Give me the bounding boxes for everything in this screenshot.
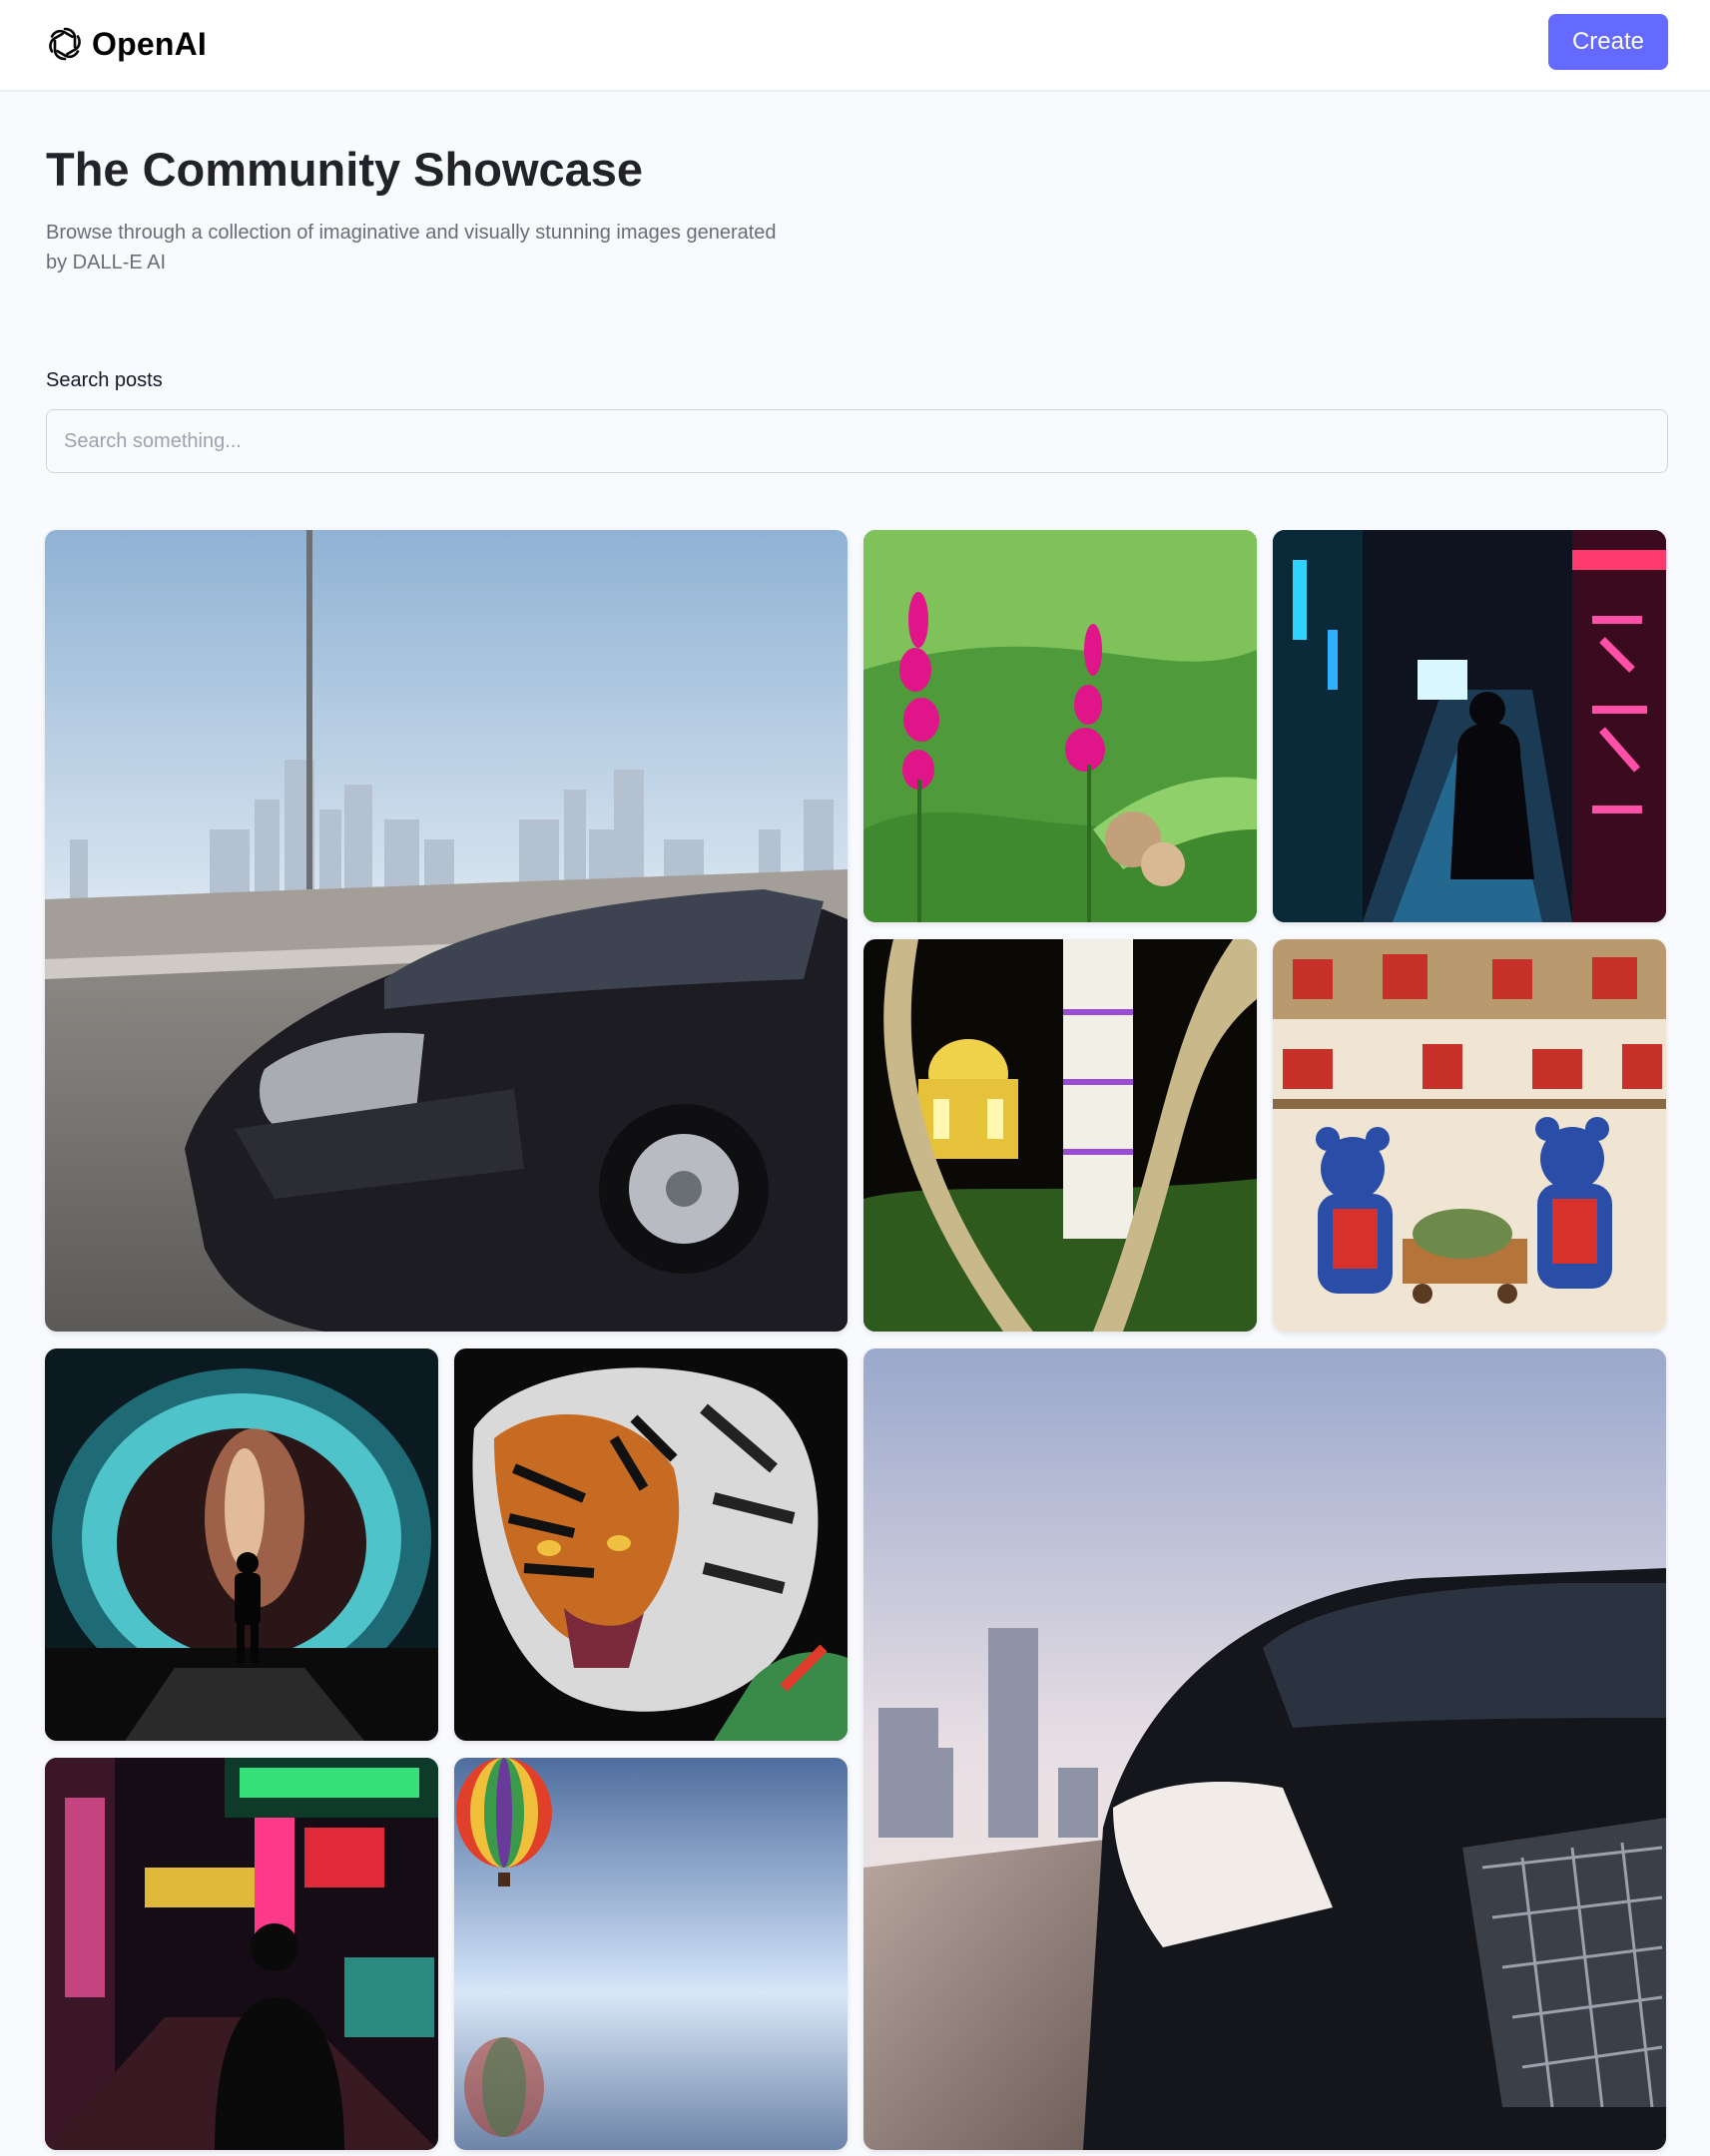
gallery-card-hot-air-balloon[interactable] [454,1758,848,2150]
openai-knot-icon [49,27,81,61]
car-city-image [45,530,848,1332]
portal-galaxy-image [45,1348,438,1741]
pink-flowers-image [863,530,1257,922]
page-subtitle: Browse through a collection of imaginati… [46,222,777,273]
gallery-card-car-city-highway[interactable] [45,530,848,1332]
gallery-card-pink-flowers[interactable] [863,530,1257,922]
brand-name: OpenAI [92,25,207,62]
hot-air-balloon-image [454,1758,848,2150]
openai-logo[interactable]: OpenAI [44,20,207,68]
neon-street-image [45,1758,438,2150]
taj-mahal-image [863,939,1257,1332]
gallery-card-teddy-bears-market[interactable] [1273,939,1666,1332]
gallery-card-taj-mahal-night[interactable] [863,939,1257,1332]
gallery-card-portal-galaxy[interactable] [45,1348,438,1741]
search-label: Search posts [46,369,163,391]
create-button[interactable]: Create [1548,14,1668,70]
gallery-card-car-closeup[interactable] [863,1348,1666,2150]
page-title: The Community Showcase [46,143,644,196]
gallery-card-neon-street[interactable] [45,1758,438,2150]
search-input[interactable] [46,409,1668,473]
gallery-card-tiger-painting[interactable] [454,1348,848,1741]
gallery-card-neon-alley[interactable] [1273,530,1666,922]
teddy-bears-image [1273,939,1666,1332]
neon-alley-image [1273,530,1666,922]
tiger-painting-image [454,1348,848,1741]
top-header: OpenAI Create [0,0,1710,92]
car-closeup-image [863,1348,1666,2150]
